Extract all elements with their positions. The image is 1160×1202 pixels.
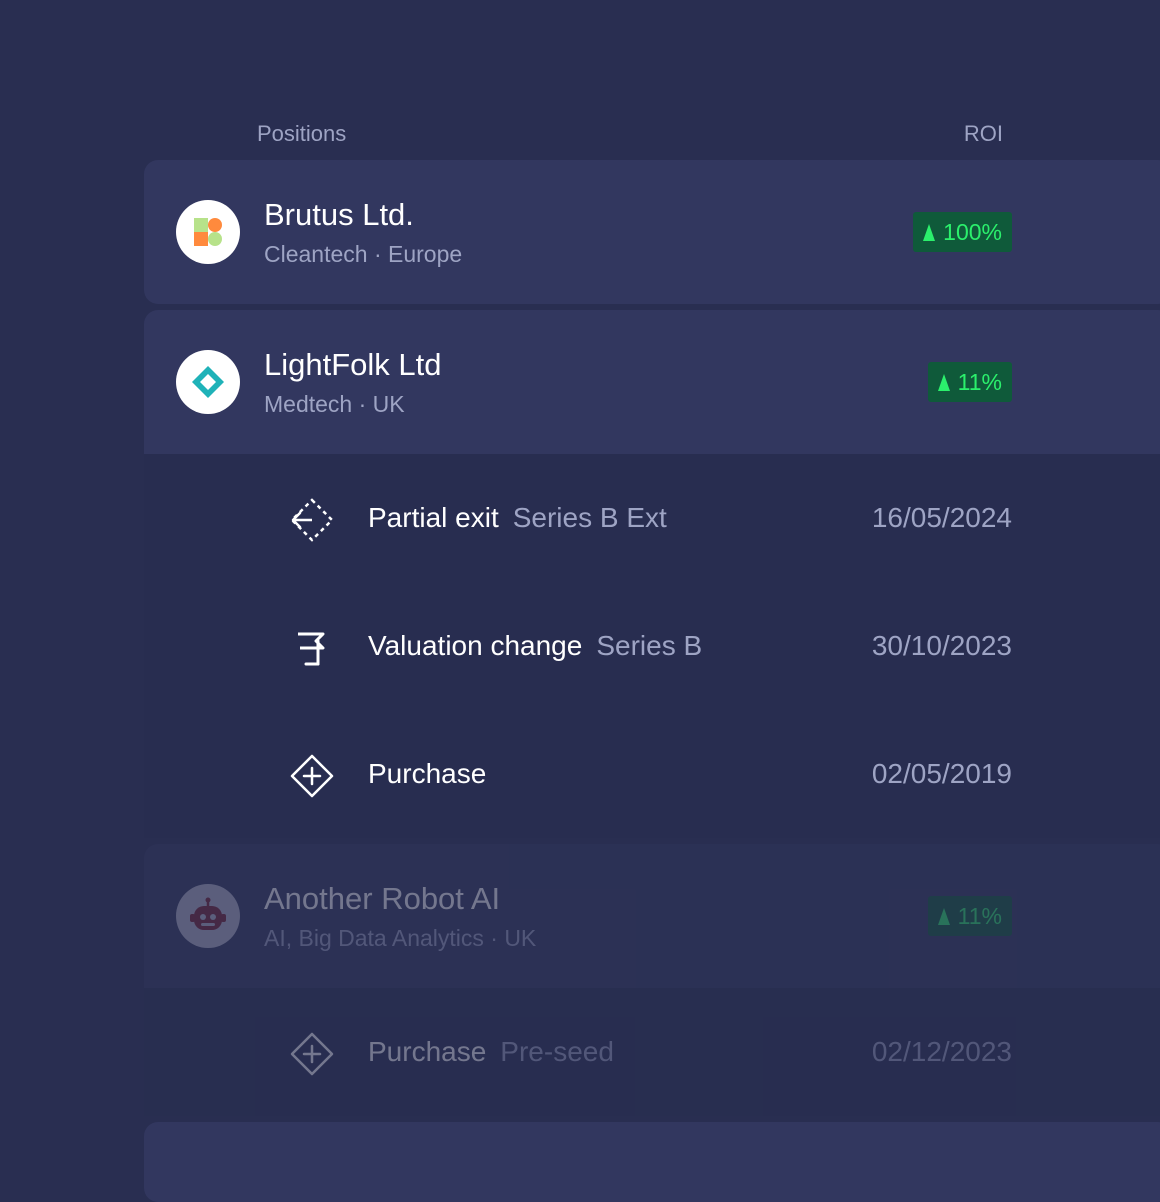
position-card-brutus[interactable]: Brutus Ltd. Cleantech · Europe 100% xyxy=(144,160,1160,304)
position-card-another-robot[interactable]: Another Robot AI AI, Big Data Analytics … xyxy=(144,844,1160,988)
roi-badge: 100% xyxy=(913,212,1012,252)
event-date: 30/10/2023 xyxy=(871,630,1012,661)
event-row-partial-exit[interactable]: Partial exit Series B Ext 16/05/2024 xyxy=(144,454,1160,583)
roi-header: ROI xyxy=(963,121,1003,146)
purchase-icon xyxy=(290,754,334,798)
event-stage: Series B Ext xyxy=(512,502,667,533)
roi-value: 100% xyxy=(943,218,1002,245)
roi-badge: 11% xyxy=(927,896,1012,936)
event-title: Partial exit xyxy=(368,502,499,533)
roi-badge: 11% xyxy=(927,362,1012,402)
event-title: Valuation change xyxy=(368,630,583,661)
event-date: 02/05/2019 xyxy=(871,758,1012,789)
arrow-up-icon xyxy=(937,907,950,925)
partial-exit-icon xyxy=(290,498,334,542)
position-card-next[interactable] xyxy=(144,1122,1160,1202)
arrow-up-icon xyxy=(923,223,936,241)
position-name: LightFolk Ltd xyxy=(264,347,442,382)
robot-logo-icon xyxy=(176,884,240,948)
position-name: Brutus Ltd. xyxy=(264,197,414,232)
roi-value: 11% xyxy=(957,368,1002,395)
position-subtitle: Medtech · UK xyxy=(264,391,405,417)
position-subtitle: Cleantech · Europe xyxy=(264,241,463,267)
event-stage: Pre-seed xyxy=(500,1036,614,1067)
event-title: Purchase xyxy=(368,758,487,789)
brutus-logo-icon xyxy=(176,200,240,264)
position-card-lightfolk[interactable]: LightFolk Ltd Medtech · UK 11% xyxy=(144,310,1160,454)
flag-icon xyxy=(298,632,325,666)
purchase-icon xyxy=(290,1032,334,1076)
positions-header: Positions xyxy=(257,121,347,146)
event-date: 16/05/2024 xyxy=(871,502,1012,533)
event-row-purchase-preseed[interactable]: Purchase Pre-seed 02/12/2023 xyxy=(144,988,1160,1116)
event-row-purchase[interactable]: Purchase 02/05/2019 xyxy=(144,710,1160,838)
position-subtitle: AI, Big Data Analytics · UK xyxy=(264,925,537,951)
lightfolk-logo-icon xyxy=(176,350,240,414)
event-date: 02/12/2023 xyxy=(871,1036,1012,1067)
roi-value: 11% xyxy=(957,902,1002,929)
event-title: Purchase xyxy=(368,1036,487,1067)
position-name: Another Robot AI xyxy=(264,881,501,916)
event-stage: Series B xyxy=(596,630,703,661)
event-row-valuation-change[interactable]: Valuation change Series B 30/10/2023 xyxy=(144,582,1160,711)
arrow-up-icon xyxy=(937,373,950,391)
